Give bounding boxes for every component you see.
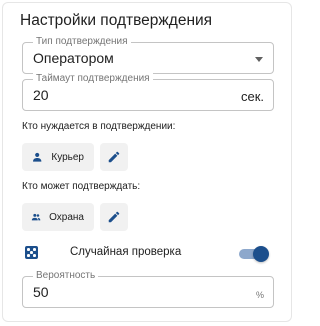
needs-confirmation-chip[interactable]: Курьер: [22, 143, 94, 171]
timeout-value[interactable]: 20: [33, 87, 49, 104]
group-icon: [31, 213, 41, 221]
needs-confirmation-chip-label: Курьер: [51, 151, 84, 163]
probability-value[interactable]: 50: [33, 284, 49, 301]
probability-unit: %: [255, 290, 264, 300]
timeout-unit: сек.: [240, 89, 264, 104]
random-check-toggle[interactable]: [239, 246, 269, 262]
chevron-down-icon[interactable]: [255, 57, 263, 62]
pencil-icon: [108, 211, 120, 223]
confirmation-type-select[interactable]: Тип подтверждения Оператором: [22, 36, 274, 74]
random-check-label: Случайная проверка: [70, 246, 182, 258]
timeout-input[interactable]: Таймаут подтверждения 20 сек.: [22, 73, 274, 111]
timeout-label: Таймаут подтверждения: [33, 73, 153, 85]
can-confirm-chip[interactable]: Охрана: [22, 203, 94, 231]
probability-input[interactable]: Вероятность 50 %: [22, 270, 274, 308]
confirmation-type-value: Оператором: [33, 50, 114, 66]
edit-needs-confirmation-button[interactable]: [100, 143, 128, 171]
probability-label: Вероятность: [33, 270, 99, 282]
confirmation-type-label: Тип подтверждения: [33, 36, 131, 48]
toggle-thumb[interactable]: [253, 246, 269, 262]
pencil-icon: [108, 151, 120, 163]
panel-title: Настройки подтверждения: [20, 12, 213, 29]
can-confirm-chip-label: Охрана: [49, 211, 84, 223]
person-icon: [33, 152, 42, 162]
can-confirm-label: Кто может подтверждать:: [22, 181, 141, 192]
edit-can-confirm-button[interactable]: [100, 203, 128, 231]
needs-confirmation-label: Кто нуждается в подтверждении:: [22, 121, 176, 132]
dice-icon: [25, 246, 38, 259]
